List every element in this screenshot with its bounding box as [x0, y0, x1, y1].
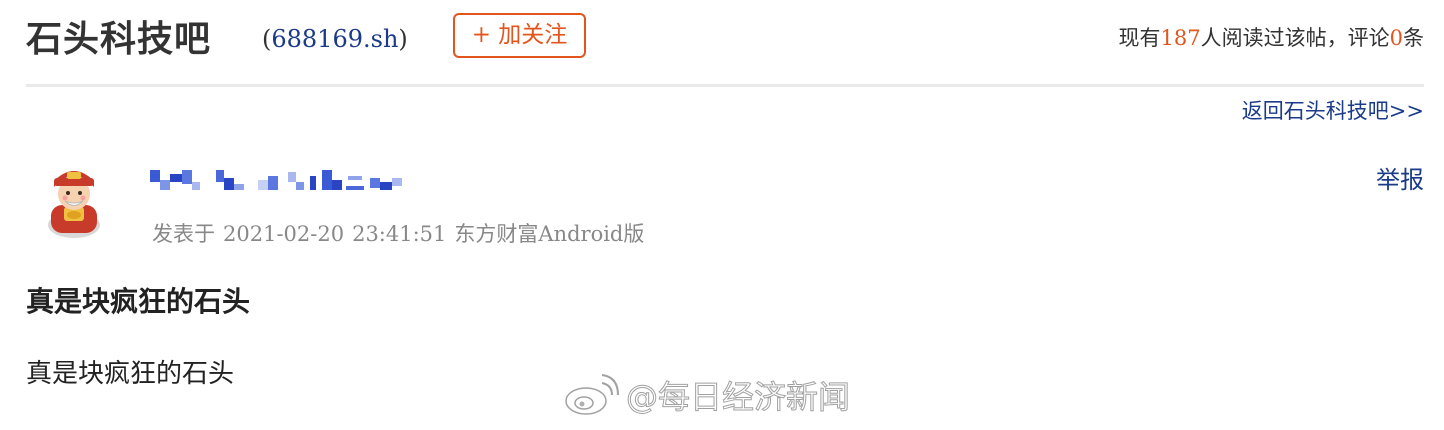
- stock-code: (688169.sh): [262, 24, 408, 54]
- back-to-bar-link[interactable]: 返回石头科技吧>>: [1242, 97, 1424, 125]
- post-date: 2021-02-20: [223, 222, 345, 246]
- read-stats-middle: 人阅读过该帖，评论: [1200, 26, 1390, 50]
- report-link[interactable]: 举报: [1376, 164, 1424, 196]
- post-title: 真是块疯狂的石头: [26, 285, 251, 318]
- watermark-text: @每日经济新闻: [625, 378, 851, 417]
- post-meta: 发表于 2021-02-20 23:41:51 东方财富Android版: [152, 220, 652, 248]
- post-time: 23:41:51: [352, 222, 447, 246]
- follow-button[interactable]: + 加关注: [453, 13, 586, 58]
- comment-count: 0: [1389, 26, 1403, 50]
- read-stats-prefix: 现有: [1118, 26, 1161, 50]
- post-header: 石头科技吧 (688169.sh) + 加关注 现有187人阅读过该帖，评论0条: [0, 0, 1444, 86]
- post-body: 真是块疯狂的石头: [26, 359, 235, 389]
- read-stats-suffix: 条: [1403, 26, 1424, 50]
- bar-title[interactable]: 石头科技吧: [26, 14, 211, 64]
- read-count: 187: [1160, 26, 1201, 50]
- god-of-wealth-avatar-icon: [48, 171, 100, 238]
- watermark: @每日经济新闻: [562, 372, 851, 418]
- stock-code-open: (: [262, 25, 272, 53]
- post-meta-prefix: 发表于: [152, 222, 215, 246]
- pixelated-username-icon: [150, 170, 402, 190]
- header-divider: [26, 84, 1424, 87]
- stock-code-close: ): [398, 25, 408, 53]
- read-stats: 现有187人阅读过该帖，评论0条: [1119, 24, 1424, 52]
- post-source: 东方财富Android版: [454, 222, 645, 246]
- username-pixelated[interactable]: [150, 166, 408, 196]
- stock-code-link[interactable]: 688169.sh: [271, 25, 398, 53]
- weibo-icon: [565, 374, 619, 415]
- avatar[interactable]: [36, 163, 112, 239]
